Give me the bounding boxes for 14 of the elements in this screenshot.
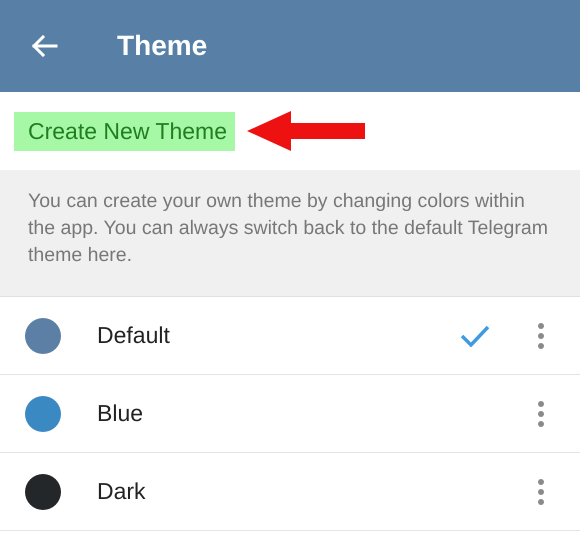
create-new-theme-link[interactable]: Create New Theme	[14, 112, 235, 150]
theme-name: Blue	[97, 400, 144, 427]
theme-row[interactable]: Dark	[0, 453, 580, 531]
theme-row[interactable]: Default	[0, 297, 580, 375]
screen-title: Theme	[117, 30, 208, 62]
theme-name: Dark	[97, 478, 147, 505]
pointer-arrow-icon	[247, 111, 365, 151]
back-arrow-icon[interactable]	[30, 34, 58, 58]
theme-row[interactable]: Blue	[0, 375, 580, 453]
theme-name: Default	[97, 322, 171, 349]
info-text: You can create your own theme by changing colors within the app. You can always switch back to the default Telegram theme here.	[28, 189, 549, 268]
more-options-icon[interactable]	[537, 400, 545, 428]
more-options-icon[interactable]	[537, 478, 545, 506]
more-options-icon[interactable]	[537, 322, 545, 350]
